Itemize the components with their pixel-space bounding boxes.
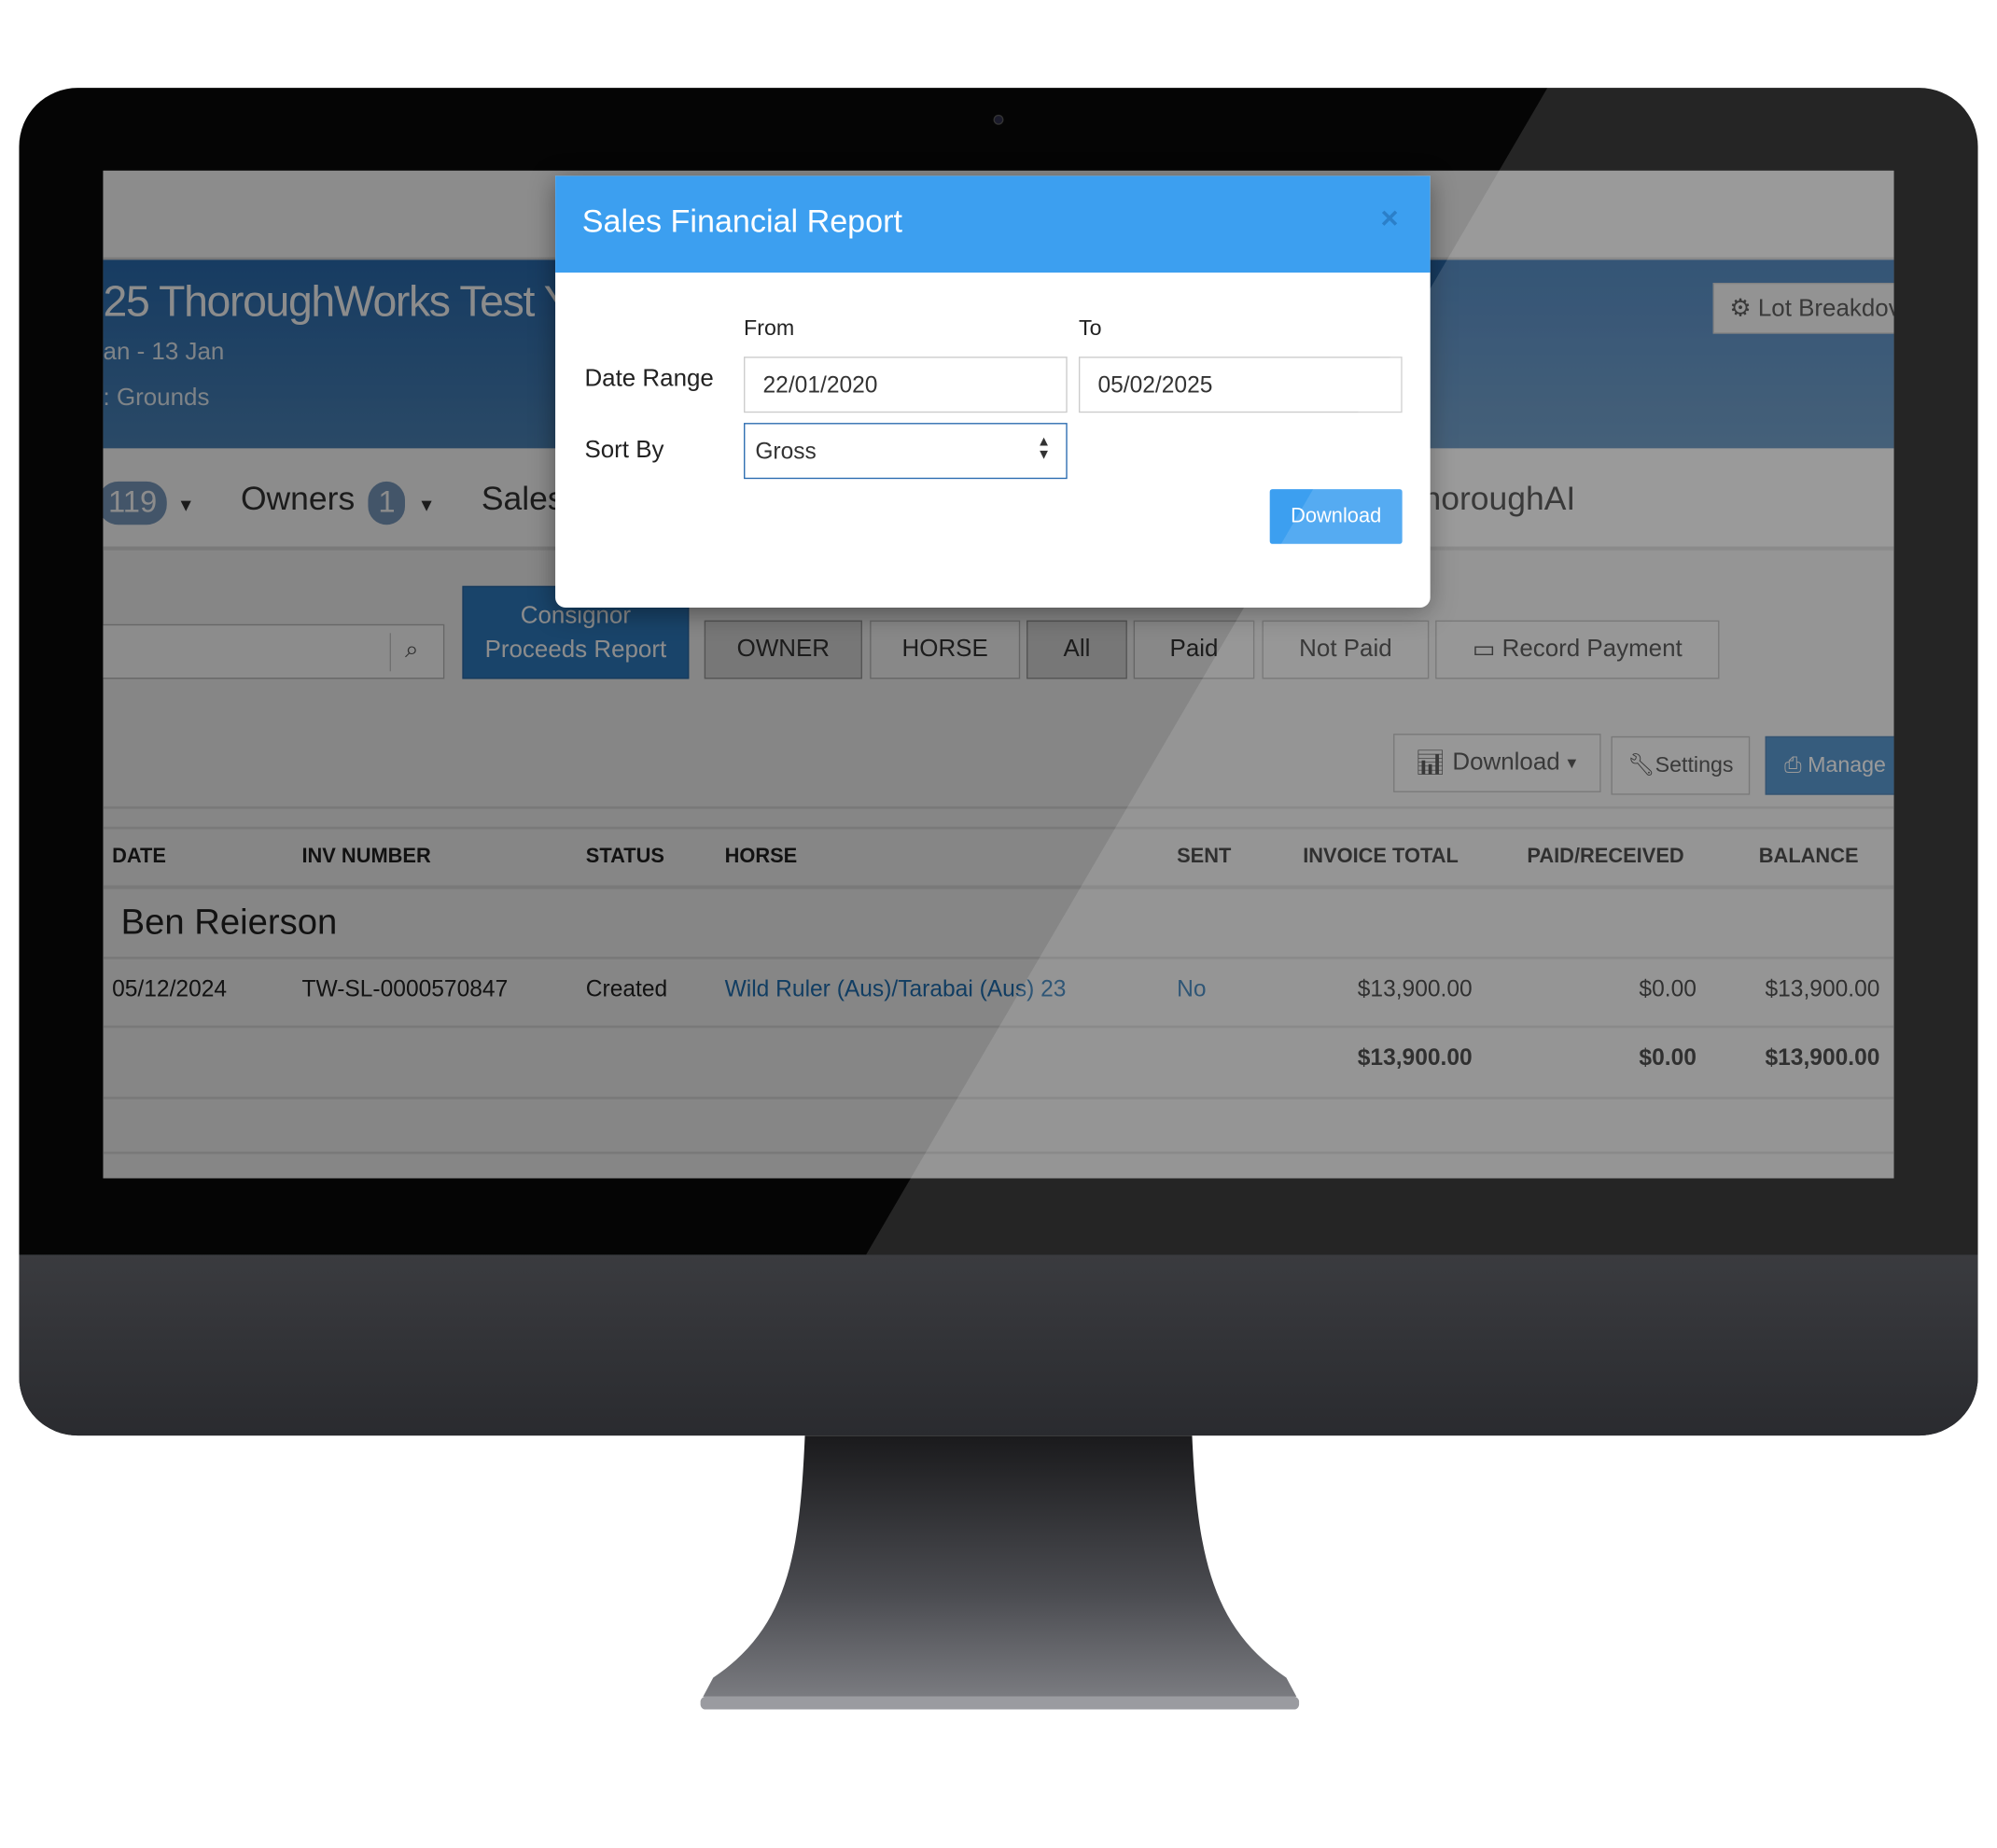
- to-date-input[interactable]: 05/02/2025: [1078, 357, 1403, 413]
- sort-by-value: Gross: [755, 438, 817, 464]
- select-arrows-icon: ▲ ▼: [1037, 434, 1051, 463]
- monitor-stand: [700, 1435, 1300, 1710]
- modal-header: Sales Financial Report ×: [555, 175, 1431, 273]
- sort-by-select[interactable]: Gross ▲ ▼: [744, 423, 1068, 480]
- from-date-input[interactable]: 22/01/2020: [744, 357, 1068, 413]
- close-icon[interactable]: ×: [1380, 202, 1398, 237]
- camera: [993, 114, 1004, 125]
- monitor-chin: [19, 1254, 1978, 1436]
- from-label: From: [744, 315, 795, 341]
- modal-title: Sales Financial Report: [581, 203, 902, 240]
- date-range-label: Date Range: [584, 365, 714, 393]
- sort-by-label: Sort By: [584, 437, 664, 464]
- to-label: To: [1078, 315, 1102, 341]
